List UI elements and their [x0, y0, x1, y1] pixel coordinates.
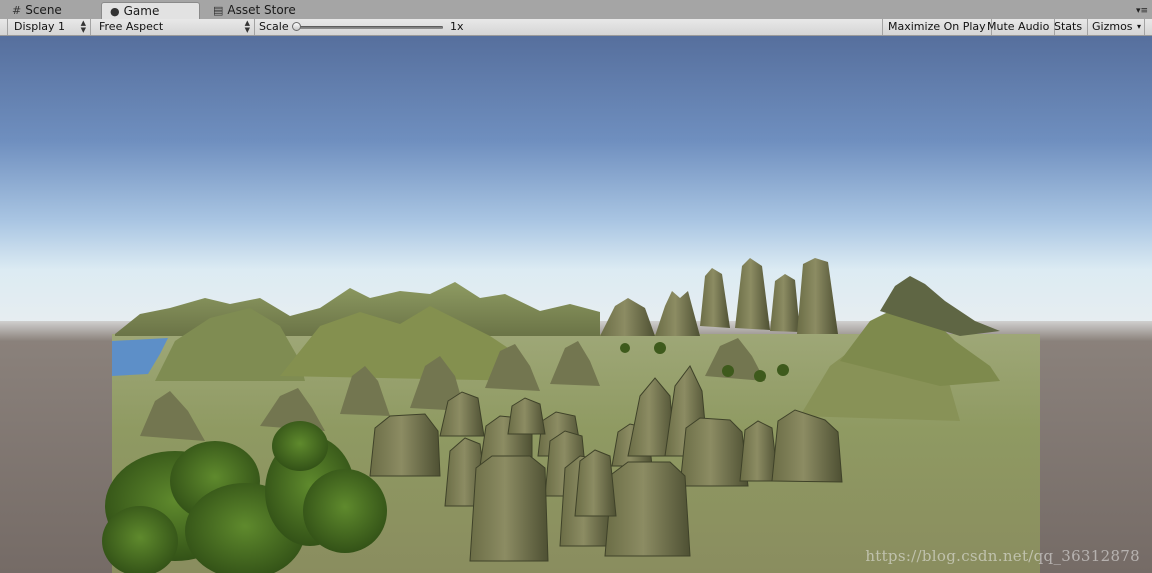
- gizmos-label: Gizmos: [1092, 20, 1133, 33]
- dropdown-arrows-icon: ▲ ▼: [244, 19, 250, 34]
- maximize-on-play-button[interactable]: Maximize On Play: [882, 19, 992, 35]
- gizmos-dropdown-icon: ▾: [1136, 22, 1141, 31]
- store-icon: ▤: [213, 4, 224, 17]
- panel-menu-icon[interactable]: ▾≡: [1134, 6, 1148, 16]
- tab-scene[interactable]: # Scene: [4, 2, 68, 19]
- grid-icon: #: [12, 4, 22, 17]
- gizmos-button[interactable]: Gizmos ▾: [1087, 19, 1145, 35]
- tab-asset-store-label: Asset Store: [227, 3, 296, 17]
- mute-audio-button[interactable]: Mute Audio: [982, 19, 1056, 35]
- watermark: https://blog.csdn.net/qq_36312878: [865, 547, 1140, 565]
- scale-label: Scale: [259, 20, 289, 33]
- aspect-dropdown[interactable]: Free Aspect ▲ ▼: [93, 19, 255, 35]
- dropdown-arrows-icon: ▲ ▼: [80, 19, 86, 34]
- stats-button[interactable]: Stats: [1049, 19, 1089, 35]
- tab-asset-store[interactable]: ▤ Asset Store: [205, 2, 302, 19]
- scale-slider-thumb[interactable]: [292, 22, 301, 31]
- game-viewport[interactable]: https://blog.csdn.net/qq_36312878: [0, 36, 1152, 573]
- pacman-icon: ●: [110, 5, 120, 18]
- tab-game-label: Game: [123, 4, 160, 18]
- tab-scene-label: Scene: [25, 3, 62, 17]
- sky: [0, 36, 1152, 336]
- terrain-render: [0, 36, 1152, 573]
- editor-tab-strip: # Scene ● Game ▤ Asset Store ▾≡: [0, 0, 1152, 20]
- scale-value: 1x: [450, 20, 464, 33]
- display-dropdown[interactable]: Display 1 ▲ ▼: [7, 19, 91, 35]
- scale-slider-track[interactable]: [298, 26, 443, 29]
- game-view-toolbar: Display 1 ▲ ▼ Free Aspect ▲ ▼ Scale 1x Max…: [0, 19, 1152, 36]
- aspect-dropdown-label: Free Aspect: [99, 20, 164, 33]
- display-dropdown-label: Display 1: [14, 20, 66, 33]
- tab-game[interactable]: ● Game: [101, 2, 200, 20]
